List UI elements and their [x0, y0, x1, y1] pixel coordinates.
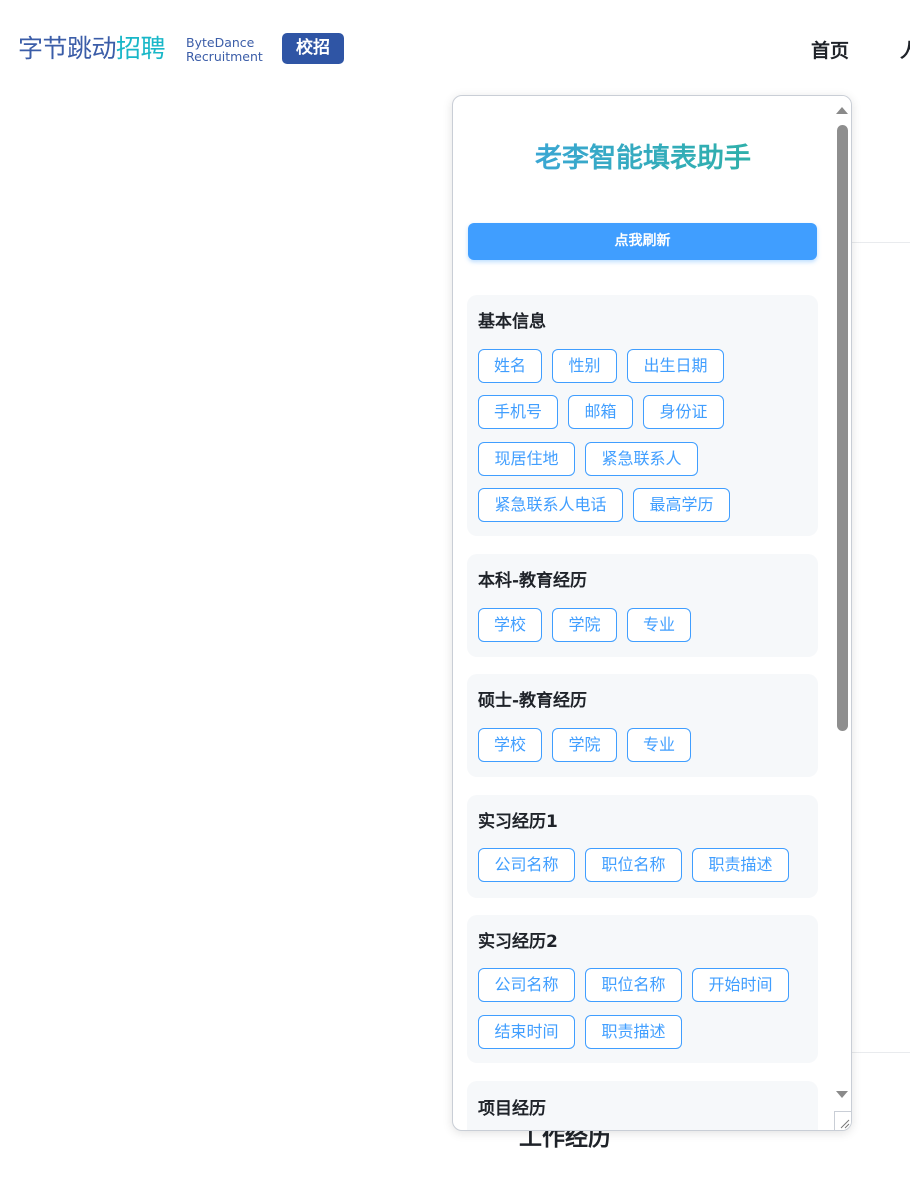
- logo-text-company: 字节跳动: [18, 34, 117, 63]
- logo-english: ByteDance Recruitment: [186, 36, 263, 64]
- field-tag-name[interactable]: 姓名: [478, 349, 542, 383]
- background-divider: [850, 242, 910, 243]
- section-title: 基本信息: [478, 312, 546, 332]
- field-tag-end-time[interactable]: 结束时间: [478, 1015, 575, 1049]
- background-divider: [850, 1052, 910, 1053]
- logo-english-line2: Recruitment: [186, 49, 263, 64]
- field-tag-school[interactable]: 学校: [478, 728, 542, 762]
- field-tag-position-name[interactable]: 职位名称: [585, 848, 682, 882]
- field-tag-id-card[interactable]: 身份证: [643, 395, 724, 429]
- field-tag-phone[interactable]: 手机号: [478, 395, 558, 429]
- field-tag-college[interactable]: 学院: [552, 608, 617, 642]
- field-tag-highest-degree[interactable]: 最高学历: [633, 488, 730, 522]
- field-tag-major[interactable]: 专业: [627, 728, 691, 762]
- field-tag-responsibilities[interactable]: 职责描述: [692, 848, 789, 882]
- field-tag-start-time[interactable]: 开始时间: [692, 968, 789, 1002]
- scroll-up-arrow-icon[interactable]: [836, 107, 848, 114]
- logo-text-recruit: 招聘: [116, 34, 166, 63]
- field-tag-birthdate[interactable]: 出生日期: [627, 349, 724, 383]
- field-tag-gender[interactable]: 性别: [552, 349, 617, 383]
- section-internship-1: 实习经历1 公司名称 职位名称 职责描述: [467, 795, 818, 898]
- field-tag-responsibilities[interactable]: 职责描述: [585, 1015, 682, 1049]
- section-title: 项目经历: [478, 1099, 546, 1119]
- section-title: 本科-教育经历: [478, 571, 588, 591]
- section-title: 硕士-教育经历: [478, 691, 588, 711]
- field-tag-email[interactable]: 邮箱: [568, 395, 633, 429]
- section-title: 实习经历1: [478, 812, 558, 832]
- section-internship-2: 实习经历2 公司名称 职位名称 开始时间 结束时间 职责描述: [467, 915, 818, 1063]
- bytedance-recruitment-logo[interactable]: 字节跳动招聘: [18, 32, 166, 66]
- nav-next-link[interactable]: 人: [900, 36, 910, 63]
- logo-english-line1: ByteDance: [186, 35, 255, 50]
- section-project-experience: 项目经历: [467, 1081, 818, 1130]
- field-tag-emergency-phone[interactable]: 紧急联系人电话: [478, 488, 623, 522]
- section-title: 实习经历2: [478, 932, 558, 952]
- resize-grip-lines: [840, 1119, 850, 1129]
- panel-title: 老李智能填表助手: [453, 134, 833, 184]
- field-tag-company-name[interactable]: 公司名称: [478, 968, 575, 1002]
- scrollbar-thumb[interactable]: [837, 125, 848, 731]
- campus-badge[interactable]: 校招: [282, 33, 344, 64]
- section-undergrad-education: 本科-教育经历 学校 学院 专业: [467, 554, 818, 657]
- site-header: 字节跳动招聘 ByteDance Recruitment 校招 首页 人: [0, 0, 910, 96]
- form-helper-panel: 老李智能填表助手 点我刷新 基本信息 姓名 性别 出生日期 手机号 邮箱 身份证…: [452, 95, 852, 1131]
- field-tag-school[interactable]: 学校: [478, 608, 542, 642]
- refresh-button[interactable]: 点我刷新: [468, 223, 817, 260]
- section-basic-info: 基本信息 姓名 性别 出生日期 手机号 邮箱 身份证 现居住地 紧急联系人 紧急…: [467, 295, 818, 536]
- field-tag-emergency-contact[interactable]: 紧急联系人: [585, 442, 698, 476]
- nav-home-link[interactable]: 首页: [811, 36, 849, 63]
- field-tag-major[interactable]: 专业: [627, 608, 691, 642]
- field-tag-position-name[interactable]: 职位名称: [585, 968, 682, 1002]
- section-master-education: 硕士-教育经历 学校 学院 专业: [467, 674, 818, 777]
- field-tag-company-name[interactable]: 公司名称: [478, 848, 575, 882]
- scroll-down-arrow-icon[interactable]: [836, 1091, 848, 1098]
- resize-grip-icon[interactable]: [834, 1111, 851, 1130]
- field-tag-college[interactable]: 学院: [552, 728, 617, 762]
- field-tag-address[interactable]: 现居住地: [478, 442, 575, 476]
